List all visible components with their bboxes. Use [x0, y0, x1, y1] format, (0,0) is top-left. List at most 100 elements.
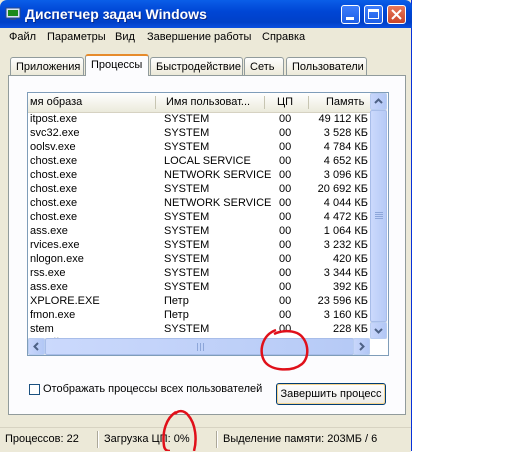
- process-image-name: chost.exe: [30, 211, 78, 223]
- process-image-name: svc32.exe: [30, 127, 80, 139]
- process-row[interactable]: ass.exe SYSTEM 00 1 064 КБ: [28, 225, 370, 239]
- show-all-processes-label[interactable]: Отображать процессы всех пользователей: [43, 383, 262, 395]
- horizontal-scrollbar[interactable]: [28, 338, 370, 355]
- process-row[interactable]: chost.exe SYSTEM 00 4 472 КБ: [28, 211, 370, 225]
- process-user-name: SYSTEM: [164, 127, 210, 139]
- process-cpu: 00: [279, 183, 292, 195]
- process-cpu: 00: [279, 113, 292, 125]
- column-memory[interactable]: Память: [326, 96, 364, 108]
- arrow-left-icon: [33, 342, 39, 351]
- column-image-name[interactable]: мя образа: [30, 96, 82, 108]
- status-cpu-load: Загрузка ЦП: 0%: [104, 433, 190, 445]
- scroll-up-button[interactable]: [370, 93, 387, 110]
- process-user-name: SYSTEM: [164, 323, 210, 335]
- process-memory: 23 596 КБ: [317, 295, 368, 307]
- process-memory: 228 КБ: [332, 323, 368, 335]
- horizontal-scroll-thumb[interactable]: [45, 338, 354, 355]
- status-divider: [216, 431, 218, 448]
- process-image-name: chost.exe: [30, 183, 78, 195]
- process-memory: 3 232 КБ: [323, 239, 368, 251]
- process-user-name: NETWORK SERVICE: [164, 197, 272, 209]
- close-icon: [391, 9, 402, 20]
- menu-file[interactable]: Файл: [9, 31, 36, 43]
- vertical-scroll-thumb[interactable]: [370, 110, 387, 322]
- process-memory: 49 112 КБ: [318, 113, 368, 125]
- title-bar[interactable]: Диспетчер задач Windows: [0, 0, 412, 28]
- process-user-name: NETWORK SERVICE: [164, 169, 272, 181]
- process-cpu: 00: [279, 211, 292, 223]
- process-row[interactable]: itpost.exe SYSTEM 00 49 112 КБ: [28, 113, 370, 127]
- maximize-icon: [368, 9, 379, 19]
- menu-help[interactable]: Справка: [262, 31, 305, 43]
- process-list-header: мя образа Имя пользоват... ЦП Память: [28, 93, 370, 113]
- process-row[interactable]: chost.exe NETWORK SERVICE 00 3 096 КБ: [28, 169, 370, 183]
- process-row[interactable]: fmon.exe Петр 00 3 160 КБ: [28, 309, 370, 323]
- tab-processes[interactable]: Процессы: [85, 54, 149, 76]
- process-row[interactable]: rvices.exe SYSTEM 00 3 232 КБ: [28, 239, 370, 253]
- process-memory: 3 528 КБ: [323, 127, 368, 139]
- process-user-name: SYSTEM: [164, 183, 210, 195]
- process-memory: 1 064 КБ: [323, 225, 368, 237]
- menu-shutdown[interactable]: Завершение работы: [147, 31, 251, 43]
- process-image-name: ass.exe: [30, 225, 68, 237]
- process-row[interactable]: svc32.exe SYSTEM 00 3 528 КБ: [28, 127, 370, 141]
- process-row[interactable]: XPLORE.EXE Петр 00 23 596 КБ: [28, 295, 370, 309]
- process-cpu: 00: [279, 295, 292, 307]
- show-all-processes-checkbox[interactable]: [29, 384, 40, 395]
- scroll-left-button[interactable]: [28, 338, 45, 355]
- scroll-right-button[interactable]: [353, 338, 370, 355]
- process-list[interactable]: мя образа Имя пользоват... ЦП Память itp…: [27, 92, 389, 356]
- status-process-count: Процессов: 22: [5, 433, 79, 445]
- close-button[interactable]: [387, 5, 406, 24]
- column-divider[interactable]: [155, 96, 156, 109]
- process-row[interactable]: oolsv.exe SYSTEM 00 4 784 КБ: [28, 141, 370, 155]
- process-row[interactable]: rss.exe SYSTEM 00 3 344 КБ: [28, 267, 370, 281]
- tab-performance[interactable]: Быстродействие: [150, 57, 243, 75]
- process-row[interactable]: stem SYSTEM 00 228 КБ: [28, 323, 370, 337]
- process-cpu: 00: [279, 141, 292, 153]
- process-image-name: chost.exe: [30, 155, 78, 167]
- process-row[interactable]: chost.exe LOCAL SERVICE 00 4 652 КБ: [28, 155, 370, 169]
- process-cpu: 00: [279, 197, 292, 209]
- process-memory: 4 044 КБ: [323, 197, 368, 209]
- vertical-scrollbar[interactable]: [370, 93, 387, 339]
- tab-applications[interactable]: Приложения: [10, 57, 84, 75]
- process-memory: 4 652 КБ: [323, 155, 368, 167]
- task-manager-icon: [5, 7, 21, 20]
- tab-network[interactable]: Сеть: [244, 57, 284, 75]
- menu-view[interactable]: Вид: [115, 31, 135, 43]
- process-row[interactable]: nlogon.exe SYSTEM 00 420 КБ: [28, 253, 370, 267]
- process-user-name: SYSTEM: [164, 211, 210, 223]
- column-user-name[interactable]: Имя пользоват...: [166, 96, 250, 108]
- window-title: Диспетчер задач Windows: [25, 6, 207, 22]
- minimize-button[interactable]: [341, 5, 360, 24]
- column-divider[interactable]: [308, 96, 309, 109]
- process-memory: 420 КБ: [332, 253, 368, 265]
- process-cpu: 00: [279, 225, 292, 237]
- process-user-name: SYSTEM: [164, 267, 210, 279]
- process-cpu: 00: [279, 155, 292, 167]
- process-cpu: 00: [279, 267, 292, 279]
- process-row[interactable]: ass.exe SYSTEM 00 392 КБ: [28, 281, 370, 295]
- process-user-name: SYSTEM: [164, 141, 210, 153]
- process-cpu: 00: [279, 309, 292, 321]
- end-process-button[interactable]: Завершить процесс: [276, 383, 386, 405]
- process-memory: 4 784 КБ: [323, 141, 368, 153]
- tab-users[interactable]: Пользователи: [286, 57, 367, 75]
- menu-options[interactable]: Параметры: [47, 31, 106, 43]
- column-divider[interactable]: [264, 96, 265, 109]
- process-cpu: 00: [279, 253, 292, 265]
- scroll-down-button[interactable]: [370, 322, 387, 339]
- column-cpu[interactable]: ЦП: [277, 96, 293, 108]
- process-image-name: oolsv.exe: [30, 141, 76, 153]
- process-row[interactable]: chost.exe SYSTEM 00 20 692 КБ: [28, 183, 370, 197]
- process-memory: 392 КБ: [332, 281, 368, 293]
- process-row[interactable]: chost.exe NETWORK SERVICE 00 4 044 КБ: [28, 197, 370, 211]
- status-memory: Выделение памяти: 203МБ / 6: [223, 433, 378, 445]
- scroll-grip-icon: [197, 343, 205, 351]
- process-user-name: SYSTEM: [164, 113, 210, 125]
- arrow-right-icon: [359, 342, 365, 351]
- process-memory: 3 160 КБ: [323, 309, 368, 321]
- maximize-button[interactable]: [364, 5, 383, 24]
- process-rows: itpost.exe SYSTEM 00 49 112 КБ svc32.exe SYST…: [28, 113, 370, 351]
